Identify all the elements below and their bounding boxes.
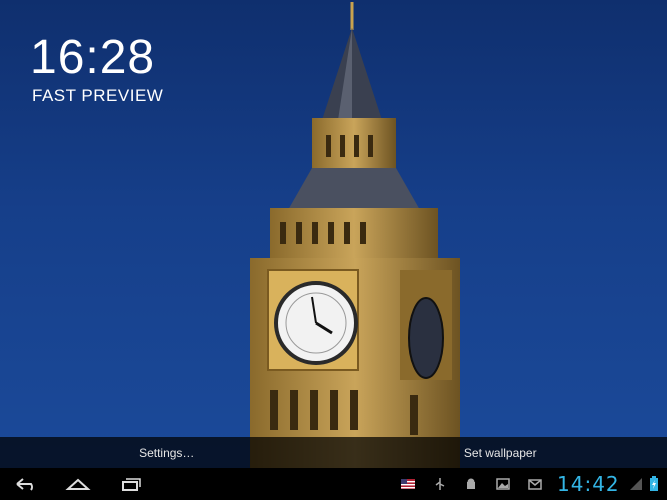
android-debug-icon <box>463 477 479 491</box>
lockscreen-clock-time: 16:28 <box>30 31 156 84</box>
battery-charging-icon <box>646 476 662 491</box>
gmail-icon <box>527 477 543 491</box>
system-clock: 14:42 <box>557 472 620 496</box>
signal-icon <box>628 477 644 491</box>
us-flag-icon <box>400 477 416 491</box>
usb-icon <box>432 477 448 491</box>
wallpaper-action-bar: Settings… Set wallpaper <box>0 437 667 468</box>
home-icon[interactable] <box>60 474 96 494</box>
settings-button[interactable]: Settings… <box>0 437 334 468</box>
gallery-icon <box>495 477 511 491</box>
back-icon[interactable] <box>8 474 44 494</box>
recent-apps-icon[interactable] <box>112 474 148 494</box>
lockscreen-subtitle: FAST PREVIEW <box>32 86 164 105</box>
system-bar: 14:42 <box>0 468 667 500</box>
live-wallpaper-preview: 16:28 FAST PREVIEW <box>0 0 667 468</box>
set-wallpaper-button[interactable]: Set wallpaper <box>334 437 667 468</box>
